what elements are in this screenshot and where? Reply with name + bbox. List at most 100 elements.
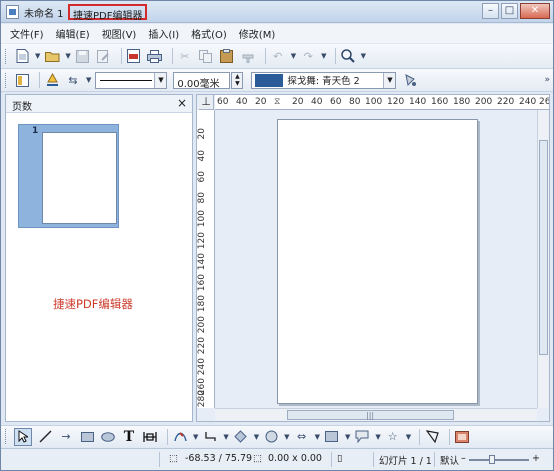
zoom-out-icon[interactable]: – [461,453,466,464]
arrow-style-icon[interactable]: ⇆ [65,72,81,88]
toolbar-grip[interactable] [5,72,8,88]
export-pdf-icon[interactable] [126,48,142,64]
drawing-workspace: ⊥ 60 40 20 ⧖ 20 40 60 80 100 120 140 160… [196,94,550,422]
text-icon[interactable]: T [121,429,137,445]
style-icon[interactable] [14,72,30,88]
area-fill-icon[interactable] [402,72,418,88]
ruler-indent-marker[interactable]: ⧖ [274,97,280,107]
ruler-tick: 26 [539,97,550,107]
cut-icon[interactable]: ✂ [177,48,193,64]
line-width-spinner[interactable]: ▲ ▼ [231,71,244,89]
symbol-shapes-icon[interactable] [263,429,279,445]
select-icon[interactable] [14,427,32,446]
tab-stop-icon[interactable]: ⊥ [199,95,214,110]
ruler-tick: 200 [475,97,493,107]
toolbar-grip[interactable] [5,48,8,64]
new-document-icon[interactable] [14,48,30,64]
chevron-down-icon[interactable]: ▼ [291,52,296,60]
chevron-down-icon[interactable]: ▼ [284,433,289,441]
image-icon[interactable] [454,429,470,445]
line-fill-toolbar: ⇆ ▼ ▼ 0.00毫米 ▲ ▼ 探戈舞: 青天色 2 ▼ » [1,69,553,92]
clone-format-icon[interactable] [240,48,256,64]
menu-format[interactable]: 格式(O) [191,26,227,41]
ruler-tick: 160 [197,274,207,292]
minimize-button[interactable]: – [482,3,499,19]
menu-modify[interactable]: 修改(M) [239,26,275,41]
title-bar: 未命名 1 捷速PDF编辑器 – □ ✕ [1,1,553,23]
horizontal-ruler[interactable]: 60 40 20 ⧖ 20 40 60 80 100 120 140 160 1… [215,95,549,110]
vertical-scroll-thumb[interactable] [539,140,548,355]
toolbar-expand-icon[interactable]: » [544,75,550,85]
chevron-down-icon[interactable]: ▼ [383,72,396,88]
chevron-down-icon[interactable]: ▼ [193,433,198,441]
slide-page[interactable] [277,119,478,404]
toolbar-grip[interactable] [5,429,8,444]
document-title: 未命名 1 [24,9,64,20]
chevron-down-icon[interactable]: ▼ [35,52,40,60]
maximize-button[interactable]: □ [501,3,518,19]
vertical-ruler[interactable]: 20 40 60 80 100 120 140 160 180 200 220 … [197,110,215,408]
close-button[interactable]: ✕ [520,3,550,19]
basic-shapes-icon[interactable] [233,429,249,445]
line-width-input[interactable]: 0.00毫米 [173,71,231,90]
zoom-slider-handle[interactable] [489,455,495,464]
edit-file-icon[interactable] [96,48,112,64]
chevron-down-icon[interactable]: ▼ [65,52,70,60]
arrow-line-icon[interactable]: → [58,429,74,445]
object-size: 0.00 x 0.00 [268,453,322,464]
horizontal-scroll-thumb[interactable]: ||| [287,410,454,420]
ellipse-icon[interactable] [100,429,116,445]
curve-icon[interactable] [172,429,188,445]
block-arrows-icon[interactable]: ⇔ [294,429,310,445]
close-icon[interactable]: × [177,96,187,110]
print-icon[interactable] [147,48,163,64]
zoom-slider[interactable] [469,455,529,464]
toolbar-separator [334,48,336,64]
chevron-down-icon[interactable]: ▼ [223,433,228,441]
area-color-select[interactable]: 探戈舞: 青天色 2 ▼ [251,71,397,89]
ruler-tick: 60 [330,97,342,107]
vertical-scrollbar[interactable] [537,110,549,408]
connector-icon[interactable] [202,429,218,445]
slide-counter: 幻灯片 1 / 1 [379,456,432,467]
chevron-down-icon[interactable]: ▼ [375,433,380,441]
menu-insert[interactable]: 插入(I) [148,26,179,41]
chevron-down-icon[interactable]: ▼ [361,52,366,60]
copy-icon[interactable] [198,48,214,64]
paste-icon[interactable] [219,48,235,64]
ruler-tick: 240 [197,358,207,376]
toolbar-separator [167,428,168,445]
rectangle-icon[interactable] [79,429,95,445]
status-divider [331,452,332,467]
ruler-tick: 240 [519,97,537,107]
stars-icon[interactable]: ☆ [385,429,401,445]
chevron-down-icon[interactable]: ▼ [345,433,350,441]
undo-icon[interactable]: ↶ [270,48,286,64]
chevron-down-icon[interactable]: ▼ [321,52,326,60]
chevron-down-icon[interactable]: ▼ [154,72,167,88]
chevron-down-icon[interactable]: ▼ [86,76,91,84]
menu-file[interactable]: 文件(F) [10,26,44,41]
menu-view[interactable]: 视图(V) [102,26,137,41]
ruler-tick: 220 [197,337,207,355]
zoom-in-icon[interactable]: + [532,453,540,464]
fit-text-icon[interactable] [142,429,158,445]
slide-thumbnail[interactable]: 1 [18,124,119,228]
callouts-icon[interactable] [354,429,370,445]
line-icon[interactable] [37,429,53,445]
horizontal-scrollbar[interactable]: ||| [215,408,537,421]
flowchart-icon[interactable] [324,429,340,445]
fill-icon[interactable] [44,72,60,88]
chevron-down-icon[interactable]: ▼ [315,433,320,441]
chevron-down-icon[interactable]: ▼ [254,433,259,441]
status-divider [373,452,374,467]
redo-icon[interactable]: ↷ [300,48,316,64]
save-icon[interactable] [75,48,91,64]
zoom-icon[interactable] [340,48,356,64]
open-folder-icon[interactable] [44,48,60,64]
chevron-down-icon[interactable]: ▼ [406,433,411,441]
glue-points-icon[interactable] [424,429,440,445]
menu-edit[interactable]: 编辑(E) [56,26,90,41]
position-icon: ⬚ [169,453,178,464]
line-style-select[interactable]: ▼ [95,71,168,89]
